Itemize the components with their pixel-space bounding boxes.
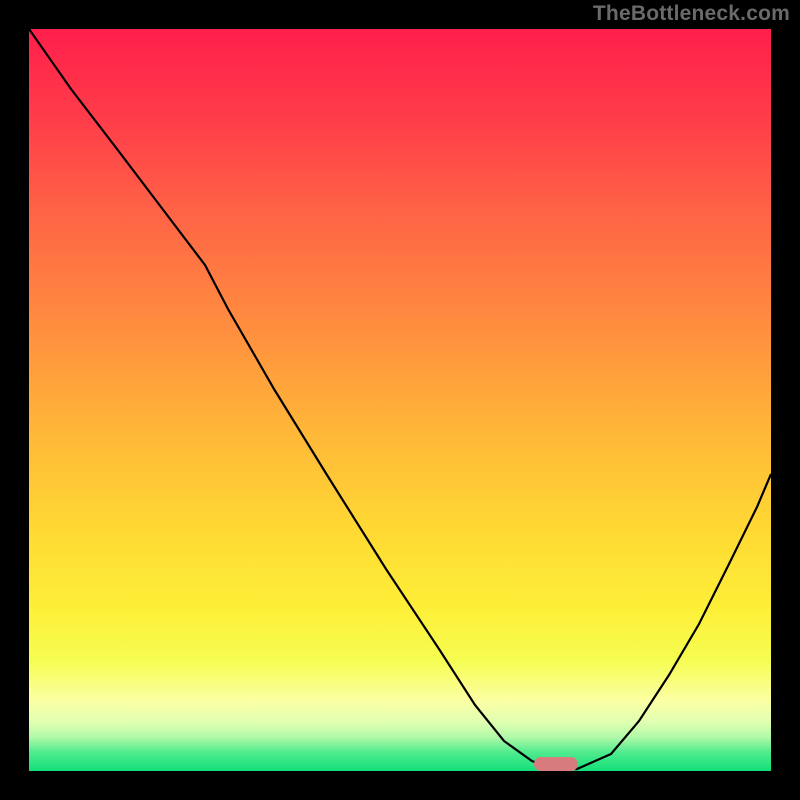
watermark-label: TheBottleneck.com bbox=[593, 2, 790, 26]
gradient-rect bbox=[29, 29, 771, 771]
chart-frame: TheBottleneck.com bbox=[0, 0, 800, 800]
plot-area bbox=[29, 29, 771, 771]
background-gradient bbox=[29, 29, 771, 771]
